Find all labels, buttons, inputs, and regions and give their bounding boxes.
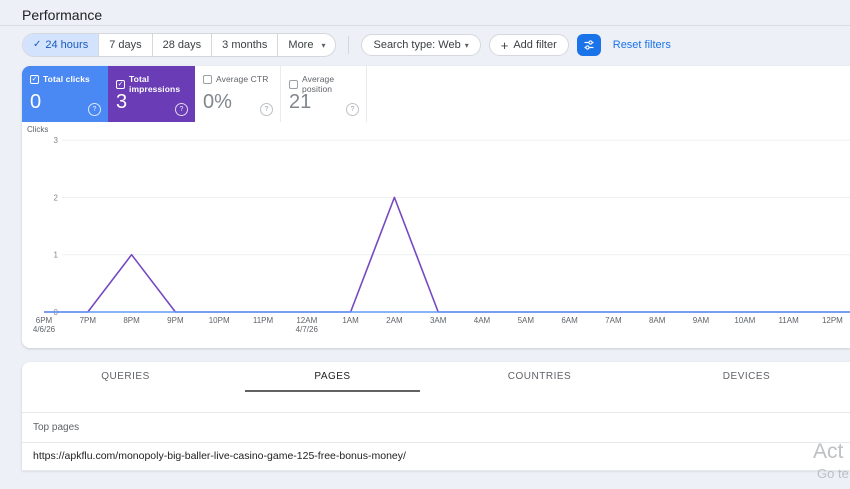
- metric-value: 0%: [203, 91, 232, 113]
- add-filter-button[interactable]: + Add filter: [488, 34, 569, 56]
- svg-text:2AM: 2AM: [386, 316, 403, 325]
- unchecked-checkbox-icon[interactable]: [203, 74, 212, 84]
- header-divider: [0, 25, 850, 26]
- date-range-label: More: [288, 39, 314, 51]
- average-position-tile[interactable]: Average position 21 ?: [281, 66, 367, 122]
- plus-icon: +: [500, 37, 509, 53]
- tab-label: DEVICES: [722, 371, 771, 382]
- date-range-label: 3 months: [222, 39, 268, 51]
- svg-text:11AM: 11AM: [778, 316, 799, 325]
- filter-toggle-button[interactable]: [576, 34, 601, 56]
- date-range-7-days[interactable]: 7 days: [98, 34, 151, 56]
- activate-windows-watermark-sub: Go te: [817, 466, 849, 481]
- help-icon[interactable]: ?: [175, 103, 188, 116]
- metric-value: 0: [30, 91, 42, 113]
- svg-text:6PM: 6PM: [36, 316, 53, 325]
- chevron-down-icon: ▾: [464, 40, 469, 50]
- date-range-label: 28 days: [162, 39, 202, 51]
- metric-value: 3: [116, 91, 128, 113]
- help-icon[interactable]: ?: [260, 103, 273, 116]
- svg-text:7AM: 7AM: [605, 316, 622, 325]
- metric-label: Total impressions: [129, 74, 181, 94]
- date-range-more-dropdown[interactable]: More ▾: [277, 34, 335, 56]
- help-icon[interactable]: ?: [346, 103, 359, 116]
- svg-text:10AM: 10AM: [734, 316, 755, 325]
- date-range-label: 24 hours: [45, 39, 89, 51]
- reset-filters-link[interactable]: Reset filters: [613, 39, 671, 51]
- tab-label: COUNTRIES: [507, 371, 572, 382]
- svg-text:8AM: 8AM: [649, 316, 666, 325]
- date-range-3-months[interactable]: 3 months: [211, 34, 277, 56]
- search-type-dropdown[interactable]: Search type: Web ▾: [361, 34, 481, 56]
- tab-devices[interactable]: DEVICES: [643, 362, 850, 391]
- svg-text:12PM: 12PM: [822, 316, 843, 325]
- active-tab-indicator: [245, 390, 420, 392]
- search-type-label: Search type: Web: [373, 39, 461, 51]
- date-range-24-hours[interactable]: ✓ 24 hours: [23, 34, 99, 56]
- svg-text:10PM: 10PM: [209, 316, 230, 325]
- svg-text:4AM: 4AM: [474, 316, 491, 325]
- svg-text:6AM: 6AM: [561, 316, 578, 325]
- add-filter-label: Add filter: [513, 39, 557, 51]
- date-range-28-days[interactable]: 28 days: [151, 34, 212, 56]
- metric-tiles: ✓ Total clicks 0 ? ✓ Total impressions 3…: [22, 66, 850, 122]
- date-range-label: 7 days: [109, 39, 142, 51]
- svg-text:4/6/26: 4/6/26: [33, 325, 56, 334]
- page-title: Performance: [22, 7, 103, 23]
- svg-text:9AM: 9AM: [693, 316, 710, 325]
- tab-label: PAGES: [314, 371, 351, 382]
- total-impressions-tile[interactable]: ✓ Total impressions 3 ?: [108, 66, 195, 122]
- tab-pages[interactable]: PAGES: [229, 362, 436, 392]
- svg-text:12AM: 12AM: [296, 316, 317, 325]
- svg-text:Clicks: Clicks: [27, 125, 48, 134]
- total-clicks-tile[interactable]: ✓ Total clicks 0 ?: [22, 66, 108, 122]
- svg-text:5AM: 5AM: [518, 316, 535, 325]
- svg-text:1: 1: [54, 251, 59, 260]
- unchecked-checkbox-icon[interactable]: [289, 79, 298, 89]
- performance-page: Performance ✓ 24 hours 7 days 28 days 3 …: [0, 0, 850, 489]
- date-range-group: ✓ 24 hours 7 days 28 days 3 months More …: [22, 33, 337, 57]
- tab-countries[interactable]: COUNTRIES: [436, 362, 643, 391]
- svg-text:8PM: 8PM: [123, 316, 140, 325]
- activate-windows-watermark: Act: [813, 440, 844, 463]
- metric-label: Average CTR: [216, 74, 269, 84]
- svg-text:7PM: 7PM: [80, 316, 97, 325]
- help-icon[interactable]: ?: [88, 103, 101, 116]
- performance-line-chart: 3210Clicks6PM4/6/267PM 8PM 9PM 10PM 11PM 12AM…: [27, 125, 850, 334]
- metric-label: Average position: [302, 74, 335, 94]
- filter-bar-divider: [348, 36, 350, 54]
- check-icon: ✓: [33, 39, 42, 50]
- metrics-chart-card: ✓ Total clicks 0 ? ✓ Total impressions 3…: [22, 66, 850, 348]
- chevron-down-icon: ▾: [321, 40, 326, 50]
- average-ctr-tile[interactable]: Average CTR 0% ?: [195, 66, 281, 122]
- tab-queries[interactable]: QUERIES: [22, 362, 229, 391]
- table-row[interactable]: https://apkflu.com/monopoly-big-baller-l…: [22, 443, 850, 471]
- svg-text:4/7/26: 4/7/26: [296, 325, 319, 334]
- tune-icon: [584, 40, 594, 50]
- svg-text:11PM: 11PM: [253, 316, 274, 325]
- checked-checkbox-icon[interactable]: ✓: [30, 74, 39, 84]
- svg-text:2: 2: [54, 193, 59, 202]
- table-column-header: Top pages: [22, 412, 850, 443]
- svg-text:1AM: 1AM: [342, 316, 359, 325]
- metric-value: 21: [289, 91, 312, 113]
- checked-checkbox-icon[interactable]: ✓: [116, 79, 125, 89]
- svg-text:9PM: 9PM: [167, 316, 184, 325]
- filter-bar: ✓ 24 hours 7 days 28 days 3 months More …: [22, 33, 671, 57]
- tab-label: QUERIES: [101, 371, 150, 382]
- svg-text:3AM: 3AM: [430, 316, 447, 325]
- pages-table: Top pages https://apkflu.com/monopoly-bi…: [22, 412, 850, 471]
- dimensions-card: QUERIES PAGES COUNTRIES DEVICES Top page…: [22, 362, 850, 471]
- dimension-tabs: QUERIES PAGES COUNTRIES DEVICES: [22, 362, 850, 392]
- metric-label: Total clicks: [43, 74, 90, 84]
- svg-text:3: 3: [54, 136, 59, 145]
